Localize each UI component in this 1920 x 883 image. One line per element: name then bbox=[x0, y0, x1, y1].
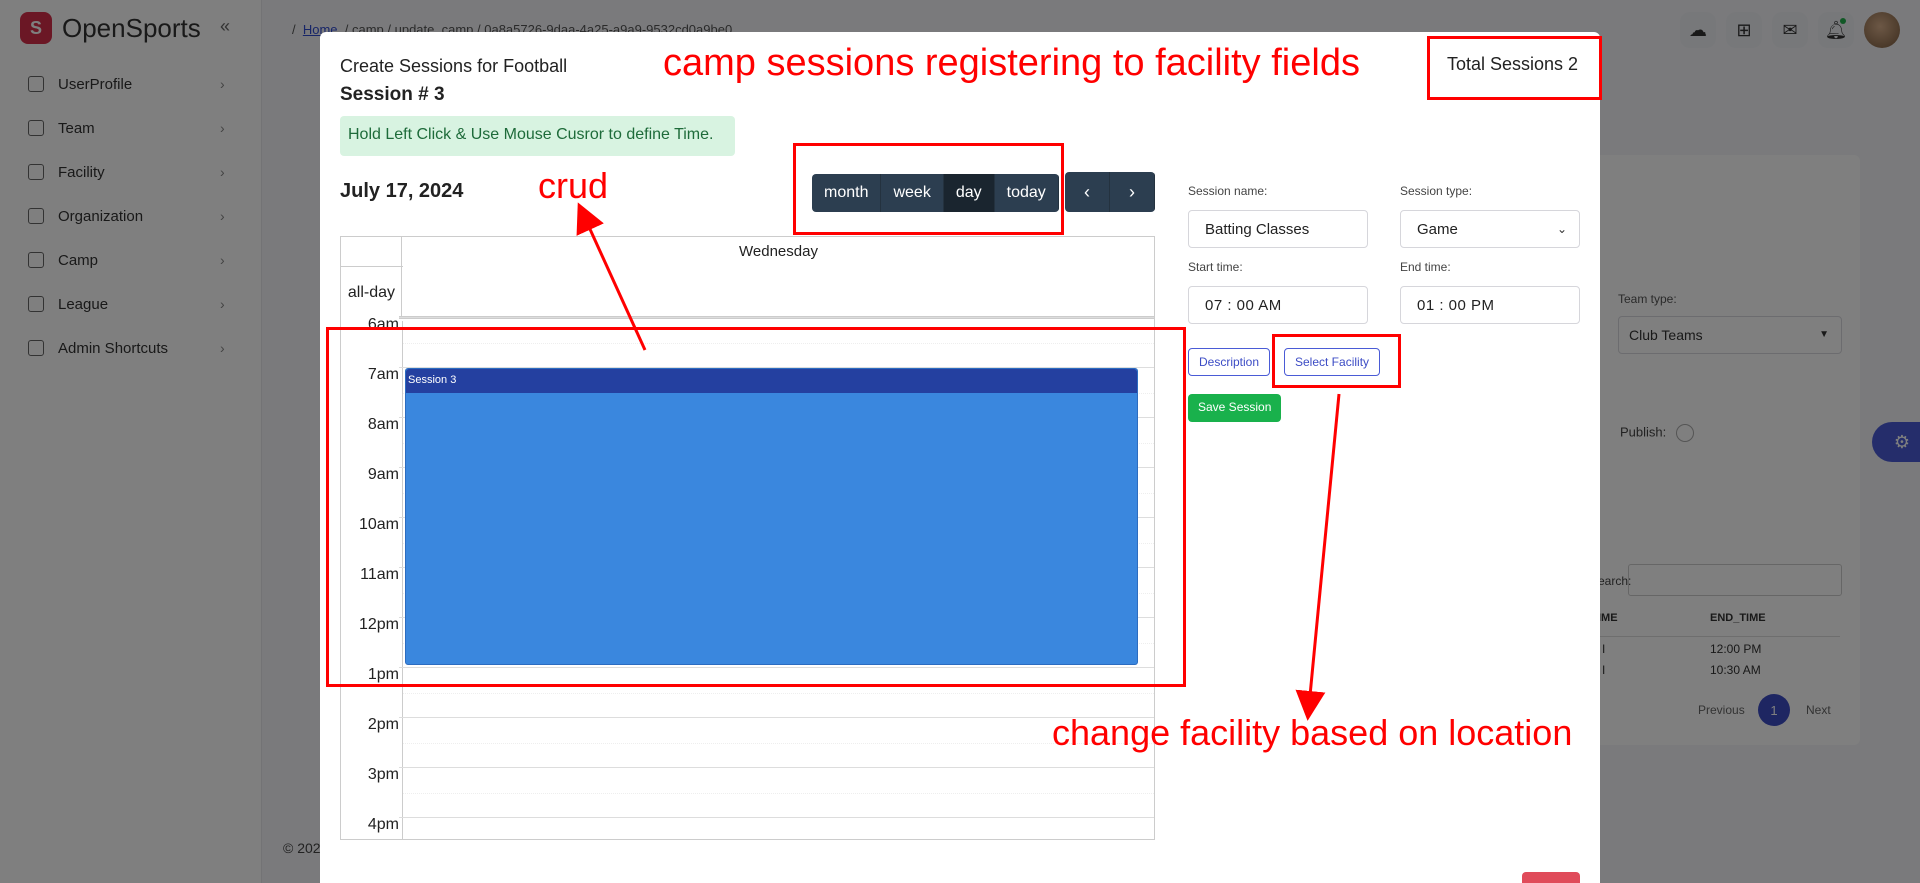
annotation-arrows bbox=[576, 202, 1341, 721]
arrow-crud bbox=[576, 202, 647, 351]
arrow-facility bbox=[1295, 393, 1341, 721]
